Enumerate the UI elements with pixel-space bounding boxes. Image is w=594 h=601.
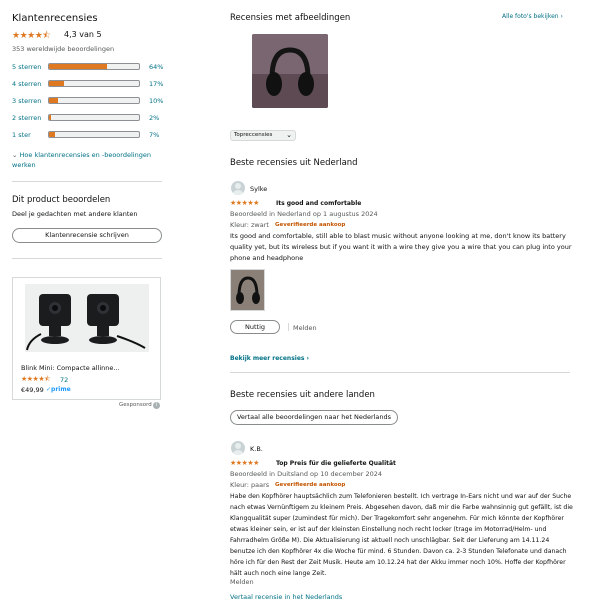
histogram-bar-fill [49,132,56,137]
translate-all-button[interactable]: Vertaal alle beoordelingen naar het Nede… [230,410,398,425]
global-ratings-count: 353 wereldwijde beoordelingen [12,45,115,53]
histogram-bar-fill [49,98,58,103]
sponsored-label: Gesponsord [119,402,152,408]
reviews-title: Klantenrecensies [12,13,98,24]
histogram-bar-fill [49,64,107,69]
histogram-bar-fill [49,115,51,120]
ad-product-image[interactable] [25,284,149,352]
helpful-button[interactable]: Nuttig [230,320,280,334]
histogram-percent[interactable]: 10% [149,97,163,105]
ad-product-title[interactable]: Blink Mini: Compacte allinne... [21,364,120,372]
histogram-row[interactable]: 4 sterren 17% [12,79,163,89]
sort-select[interactable]: Topreccensies ⌄ [230,130,296,141]
histogram-label[interactable]: 5 sterren [12,63,41,71]
histogram-percent[interactable]: 7% [149,131,159,139]
average-rating-text: 4,3 van 5 [64,30,102,39]
histogram-bar[interactable] [48,97,140,104]
review-meta: Beoordeeld in Nederland op 1 augustus 20… [230,210,378,218]
chevron-down-icon: ⌄ [12,151,18,159]
rate-product-subtitle: Deel je gedachten met andere klanten [12,210,138,218]
divider-bar [288,323,289,331]
review-body: Its good and comfortable, still able to … [230,232,572,262]
average-rating-stars: ★★★★⯪ [12,31,51,41]
histogram-label[interactable]: 3 sterren [12,97,41,105]
review-title: Top Preis für die gelieferte Qualität [276,460,396,467]
chevron-down-icon: ⌄ [286,131,292,139]
histogram-row[interactable]: 3 sterren 10% [12,96,163,106]
ad-price: €49,99 [21,386,44,394]
divider [12,181,162,182]
review-image-thumbnail[interactable] [252,34,328,108]
prime-badge: ✓prime [46,386,71,393]
review-stars[interactable]: ★★★★★ [230,459,259,467]
review-meta: Beoordeeld in Duitsland op 10 december 2… [230,470,382,478]
top-other-reviews-title: Beste recensies uit andere landen [230,390,375,400]
verified-purchase-badge: Geverifieerde aankoop [275,222,346,228]
avatar [231,181,245,195]
review-image-thumbnail[interactable] [230,269,265,311]
top-nl-reviews-title: Beste recensies uit Nederland [230,158,358,168]
images-section-title: Recensies met afbeeldingen [230,13,351,23]
histogram-percent[interactable]: 17% [149,80,163,88]
how-reviews-work-link[interactable]: ⌄ Hoe klantenrecensies en -beoordelingen… [12,150,162,170]
review-author[interactable]: K.B. [250,445,263,453]
review-variant: Kleur: paars [230,481,270,489]
histogram-bar[interactable] [48,131,140,138]
divider [230,372,570,373]
histogram-bar-fill [49,81,65,86]
report-link[interactable]: Melden [230,578,254,586]
review-body: Habe den Kopfhörer hauptsächlich zum Tel… [230,493,573,577]
histogram-label[interactable]: 2 sterren [12,114,41,122]
rate-product-title: Dit product beoordelen [12,195,111,205]
review-stars[interactable]: ★★★★★ [230,199,259,207]
histogram-row[interactable]: 1 ster 7% [12,130,162,140]
avatar [231,441,245,455]
histogram-bar[interactable] [48,63,140,70]
histogram-percent[interactable]: 2% [149,114,159,122]
histogram-percent[interactable]: 64% [149,63,163,71]
ad-rating-stars: ★★★★⯪ [21,375,51,383]
histogram-label[interactable]: 1 ster [12,131,31,139]
histogram-label[interactable]: 4 sterren [12,80,41,88]
review-title[interactable]: Its good and comfortable [276,200,361,207]
review-variant: Kleur: zwart [230,221,269,229]
ad-rating-count[interactable]: 72 [60,376,68,384]
info-icon[interactable]: i [153,402,160,409]
histogram-row[interactable]: 2 sterren 2% [12,113,162,123]
divider [12,258,162,259]
sponsored-ad-card[interactable]: Blink Mini: Compacte allinne... ★★★★⯪ 72… [12,277,161,400]
report-link[interactable]: Melden [293,324,317,332]
more-reviews-link[interactable]: Bekijk meer recensies › [230,355,309,362]
histogram-bar[interactable] [48,114,140,121]
write-review-button[interactable]: Klantenrecensie schrijven [12,228,162,243]
histogram-bar[interactable] [48,80,140,87]
histogram-row[interactable]: 5 sterren 64% [12,62,163,72]
all-photos-link[interactable]: Alle foto's bekijken › [502,13,563,20]
review-author[interactable]: Sylke [250,185,267,193]
verified-purchase-badge: Geverifieerde aankoop [275,482,346,488]
